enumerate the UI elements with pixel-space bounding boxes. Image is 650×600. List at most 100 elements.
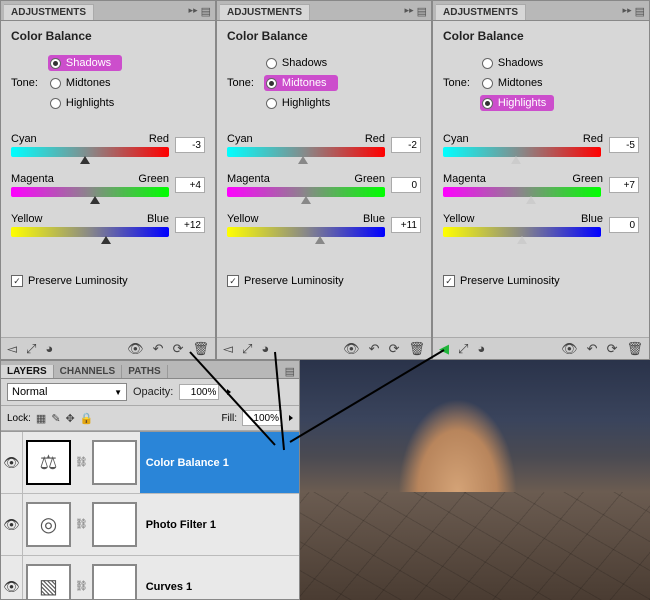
tab-adjustments[interactable]: ADJUSTMENTS [4, 4, 94, 20]
reset-icon[interactable]: ⟳ [173, 341, 184, 357]
slider-thumb-icon[interactable] [517, 236, 527, 244]
slider-thumb-icon[interactable] [90, 196, 100, 204]
panel-menu-icon[interactable]: ▤ [635, 5, 645, 18]
back-arrow-icon[interactable]: ◅ [223, 341, 233, 357]
tab-layers[interactable]: LAYERS [1, 365, 54, 378]
eye-icon[interactable]: 👁 [343, 341, 360, 357]
cyan-red-slider[interactable] [227, 147, 385, 157]
layer-name[interactable]: Curves 1 [140, 556, 299, 599]
tone-midtones[interactable]: Midtones [480, 75, 554, 91]
cyan-red-value[interactable] [391, 137, 421, 153]
slider-thumb-icon[interactable] [526, 196, 536, 204]
panel-menu-icon[interactable]: ▤ [281, 365, 299, 378]
slider-thumb-icon[interactable] [298, 156, 308, 164]
cyan-red-slider[interactable] [443, 147, 601, 157]
slider-thumb-icon[interactable] [511, 156, 521, 164]
yellow-blue-slider[interactable] [443, 227, 601, 237]
magenta-green-value[interactable] [391, 177, 421, 193]
yellow-blue-value[interactable] [609, 217, 639, 233]
magenta-green-value[interactable] [609, 177, 639, 193]
mask-thumb[interactable] [92, 564, 137, 599]
slider-thumb-icon[interactable] [301, 196, 311, 204]
visibility-toggle[interactable]: 👁 [1, 556, 23, 599]
mask-thumb[interactable] [92, 440, 137, 485]
adjustment-thumb-icon[interactable]: ◎ [26, 502, 71, 547]
cyan-red-value[interactable] [609, 137, 639, 153]
tone-highlights[interactable]: Highlights [48, 95, 122, 111]
lock-pixels-icon[interactable]: ✎ [51, 412, 60, 425]
tone-shadows[interactable]: Shadows [264, 55, 338, 71]
back-arrow-icon[interactable]: ◅ [7, 341, 17, 357]
trash-icon[interactable]: 🗑 [408, 341, 425, 357]
trash-icon[interactable]: 🗑 [192, 341, 209, 357]
prev-state-icon[interactable]: ↶ [369, 341, 380, 357]
tone-highlights[interactable]: Highlights [480, 95, 554, 111]
lock-transparent-icon[interactable]: ▦ [36, 412, 46, 425]
link-icon[interactable]: ⛓ [75, 457, 88, 468]
reset-icon[interactable]: ⟳ [607, 341, 618, 357]
magenta-green-slider[interactable] [11, 187, 169, 197]
expand-icon[interactable]: ⤢ [458, 341, 468, 357]
layer-name[interactable]: Photo Filter 1 [140, 494, 299, 555]
back-arrow-icon[interactable]: ◀ [439, 341, 449, 357]
lock-all-icon[interactable]: 🔒 [80, 412, 94, 425]
tab-adjustments[interactable]: ADJUSTMENTS [220, 4, 310, 20]
tone-highlights[interactable]: Highlights [264, 95, 338, 111]
tone-shadows[interactable]: Shadows [480, 55, 554, 71]
expand-icon[interactable]: ⤢ [26, 341, 36, 357]
preserve-luminosity-checkbox[interactable]: ✓ Preserve Luminosity [11, 275, 205, 287]
clip-icon[interactable]: ◕ [261, 341, 269, 356]
expand-icon[interactable]: ⤢ [242, 341, 252, 357]
adjustment-thumb-icon[interactable]: ⚖ [26, 440, 71, 485]
magenta-green-value[interactable] [175, 177, 205, 193]
visibility-toggle[interactable]: 👁 [1, 494, 23, 555]
prev-state-icon[interactable]: ↶ [587, 341, 598, 357]
clip-icon[interactable]: ◕ [477, 341, 485, 356]
link-icon[interactable]: ⛓ [75, 519, 88, 530]
layer-row[interactable]: 👁 ⚖ ⛓ Color Balance 1 [1, 432, 299, 494]
prev-state-icon[interactable]: ↶ [153, 341, 164, 357]
layer-row[interactable]: 👁 ◎ ⛓ Photo Filter 1 [1, 494, 299, 556]
mask-thumb[interactable] [92, 502, 137, 547]
collapse-icon[interactable]: ▸▸ [623, 5, 632, 18]
tone-midtones[interactable]: Midtones [264, 75, 338, 91]
yellow-blue-slider[interactable] [227, 227, 385, 237]
cyan-red-slider[interactable] [11, 147, 169, 157]
slider-thumb-icon[interactable] [315, 236, 325, 244]
lock-position-icon[interactable]: ✥ [66, 412, 75, 425]
blend-mode-select[interactable]: Normal ▼ [7, 383, 127, 401]
adjustment-thumb-icon[interactable]: ▧ [26, 564, 71, 599]
tone-shadows[interactable]: Shadows [48, 55, 122, 71]
preserve-luminosity-checkbox[interactable]: ✓ Preserve Luminosity [443, 275, 639, 287]
slider-thumb-icon[interactable] [101, 236, 111, 244]
eye-icon[interactable]: 👁 [127, 341, 144, 357]
link-icon[interactable]: ⛓ [75, 581, 88, 592]
slider-thumb-icon[interactable] [80, 156, 90, 164]
opacity-input[interactable] [179, 384, 219, 400]
visibility-toggle[interactable]: 👁 [1, 432, 23, 493]
panel-menu-icon[interactable]: ▤ [201, 5, 211, 18]
collapse-icon[interactable]: ▸▸ [405, 5, 414, 18]
yellow-blue-value[interactable] [391, 217, 421, 233]
panel-menu-icon[interactable]: ▤ [417, 5, 427, 18]
yellow-blue-slider[interactable] [11, 227, 169, 237]
fill-flyout-icon[interactable] [289, 415, 293, 421]
fill-input[interactable] [242, 410, 282, 426]
tab-adjustments[interactable]: ADJUSTMENTS [436, 4, 526, 20]
opacity-flyout-icon[interactable] [227, 389, 231, 395]
layer-row[interactable]: 👁 ▧ ⛓ Curves 1 [1, 556, 299, 599]
collapse-icon[interactable]: ▸▸ [189, 5, 198, 18]
layer-name[interactable]: Color Balance 1 [140, 432, 299, 493]
magenta-green-slider[interactable] [227, 187, 385, 197]
tab-paths[interactable]: PATHS [122, 365, 167, 378]
preserve-luminosity-checkbox[interactable]: ✓ Preserve Luminosity [227, 275, 421, 287]
cyan-red-value[interactable] [175, 137, 205, 153]
clip-icon[interactable]: ◕ [45, 341, 53, 356]
eye-icon[interactable]: 👁 [561, 341, 578, 357]
trash-icon[interactable]: 🗑 [626, 341, 643, 357]
tab-channels[interactable]: CHANNELS [54, 365, 123, 378]
yellow-blue-value[interactable] [175, 217, 205, 233]
tone-midtones[interactable]: Midtones [48, 75, 122, 91]
reset-icon[interactable]: ⟳ [389, 341, 400, 357]
magenta-green-slider[interactable] [443, 187, 601, 197]
